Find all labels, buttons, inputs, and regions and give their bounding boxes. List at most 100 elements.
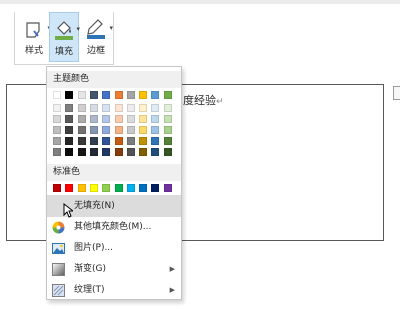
theme-shade-swatch[interactable]: [77, 126, 86, 134]
theme-shade-swatch[interactable]: [65, 104, 74, 112]
paragraph-mark: ↵: [216, 97, 224, 107]
theme-shade-swatch[interactable]: [114, 126, 123, 134]
standard-color-swatch[interactable]: [53, 184, 61, 192]
theme-shade-swatch[interactable]: [89, 137, 98, 145]
layout-options-icon[interactable]: [393, 86, 400, 100]
theme-shade-swatch[interactable]: [102, 137, 111, 145]
standard-color-swatch[interactable]: [77, 184, 86, 192]
theme-shade-swatch[interactable]: [126, 104, 135, 112]
theme-shade-swatch[interactable]: [65, 126, 74, 134]
standard-color-swatch[interactable]: [114, 184, 123, 192]
more-fill-colors-label: 其他填充颜色(M)...: [74, 222, 152, 232]
theme-shade-swatch[interactable]: [126, 148, 135, 156]
theme-shade-swatch[interactable]: [163, 148, 172, 156]
standard-colors-title: 标准色: [47, 164, 181, 181]
theme-shade-swatch[interactable]: [126, 137, 135, 145]
theme-shade-swatch[interactable]: [114, 137, 123, 145]
picture-fill-item[interactable]: 图片(P)...: [47, 238, 181, 259]
theme-shade-swatch[interactable]: [102, 104, 111, 112]
theme-shade-swatch[interactable]: [163, 104, 172, 112]
theme-shade-swatch[interactable]: [65, 148, 74, 156]
theme-shade-swatch[interactable]: [151, 126, 160, 134]
theme-shade-swatch[interactable]: [139, 126, 148, 134]
theme-shade-swatch[interactable]: [89, 148, 98, 156]
standard-color-swatch[interactable]: [126, 184, 135, 192]
theme-shade-swatch[interactable]: [114, 148, 123, 156]
no-fill-label: 无填充(N): [74, 201, 115, 211]
theme-shade-swatch[interactable]: [65, 137, 74, 145]
theme-shade-swatch[interactable]: [163, 126, 172, 134]
theme-color-swatch[interactable]: [151, 91, 160, 99]
gradient-fill-label: 渐变(G): [74, 264, 106, 274]
texture-fill-item[interactable]: 纹理(T) ▶: [47, 280, 181, 301]
theme-shade-swatch[interactable]: [77, 104, 86, 112]
gradient-fill-item[interactable]: 渐变(G) ▶: [47, 259, 181, 280]
standard-color-swatch[interactable]: [65, 184, 74, 192]
texture-icon: [52, 284, 65, 297]
chevron-down-icon: ▾: [76, 25, 80, 33]
theme-shade-swatch[interactable]: [102, 126, 111, 134]
theme-color-swatch[interactable]: [126, 91, 135, 99]
color-wheel-icon: [52, 221, 65, 234]
shape-style-icon: [26, 22, 40, 38]
theme-shade-swatch[interactable]: [126, 115, 135, 123]
theme-shade-swatch[interactable]: [102, 148, 111, 156]
theme-shade-swatch[interactable]: [163, 115, 172, 123]
theme-shade-swatch[interactable]: [139, 115, 148, 123]
theme-shade-swatch[interactable]: [163, 137, 172, 145]
theme-color-swatch[interactable]: [139, 91, 148, 99]
submenu-arrow-icon: ▶: [169, 286, 175, 294]
standard-color-swatch[interactable]: [163, 184, 172, 192]
paint-bucket-icon: [55, 21, 73, 40]
chevron-down-icon: ▾: [109, 24, 113, 32]
standard-color-swatch[interactable]: [151, 184, 160, 192]
theme-color-swatch[interactable]: [114, 91, 123, 99]
theme-shade-swatch[interactable]: [151, 137, 160, 145]
theme-shade-swatch[interactable]: [77, 148, 86, 156]
theme-shade-swatch[interactable]: [139, 104, 148, 112]
standard-color-swatch[interactable]: [139, 184, 148, 192]
shape-format-ribbon-group: ▾ 样式 ▾ 填充 ▾ 边框: [14, 12, 114, 65]
theme-shade-swatch[interactable]: [89, 126, 98, 134]
theme-shade-swatch[interactable]: [151, 148, 160, 156]
theme-shade-swatch[interactable]: [139, 137, 148, 145]
theme-shade-swatch[interactable]: [139, 148, 148, 156]
more-fill-colors-item[interactable]: 其他填充颜色(M)...: [47, 217, 181, 238]
theme-shade-swatch[interactable]: [77, 115, 86, 123]
theme-shade-swatch[interactable]: [53, 104, 61, 112]
theme-shade-swatch[interactable]: [77, 137, 86, 145]
theme-shade-swatch[interactable]: [126, 126, 135, 134]
theme-shade-swatch[interactable]: [151, 104, 160, 112]
submenu-arrow-icon: ▶: [169, 265, 175, 273]
standard-color-swatch[interactable]: [89, 184, 98, 192]
theme-shade-swatch[interactable]: [53, 126, 61, 134]
pen-outline-icon: [87, 19, 105, 39]
mouse-cursor-icon: [63, 203, 73, 218]
theme-shade-swatch[interactable]: [89, 115, 98, 123]
theme-shade-swatch[interactable]: [53, 137, 61, 145]
theme-shade-swatch[interactable]: [89, 104, 98, 112]
theme-shade-swatch[interactable]: [53, 115, 61, 123]
shape-style-button[interactable]: ▾ 样式: [19, 12, 51, 62]
theme-shade-swatch[interactable]: [114, 115, 123, 123]
shape-outline-button[interactable]: ▾ 边框: [81, 12, 113, 62]
document-text: 度经验↵: [183, 92, 224, 108]
standard-color-swatch[interactable]: [102, 184, 111, 192]
picture-fill-label: 图片(P)...: [74, 243, 114, 253]
gradient-icon: [52, 263, 65, 276]
theme-shade-swatch[interactable]: [53, 148, 61, 156]
theme-color-swatch[interactable]: [102, 91, 111, 99]
fill-color-dropdown: 主题颜色 标准色 无填充(N) 其他填充颜色(M)... 图片(P)... 渐变…: [46, 66, 182, 300]
theme-color-swatch[interactable]: [163, 91, 172, 99]
theme-color-swatch[interactable]: [89, 91, 98, 99]
theme-color-swatch[interactable]: [53, 91, 61, 99]
theme-shade-swatch[interactable]: [65, 115, 74, 123]
shape-style-label: 样式: [24, 46, 43, 56]
theme-shade-swatch[interactable]: [102, 115, 111, 123]
theme-shade-swatch[interactable]: [114, 104, 123, 112]
shape-fill-button[interactable]: ▾ 填充: [49, 12, 80, 62]
theme-color-swatch[interactable]: [77, 91, 86, 99]
theme-color-swatch[interactable]: [65, 91, 74, 99]
document-text-content: 度经验: [183, 94, 216, 107]
theme-shade-swatch[interactable]: [151, 115, 160, 123]
